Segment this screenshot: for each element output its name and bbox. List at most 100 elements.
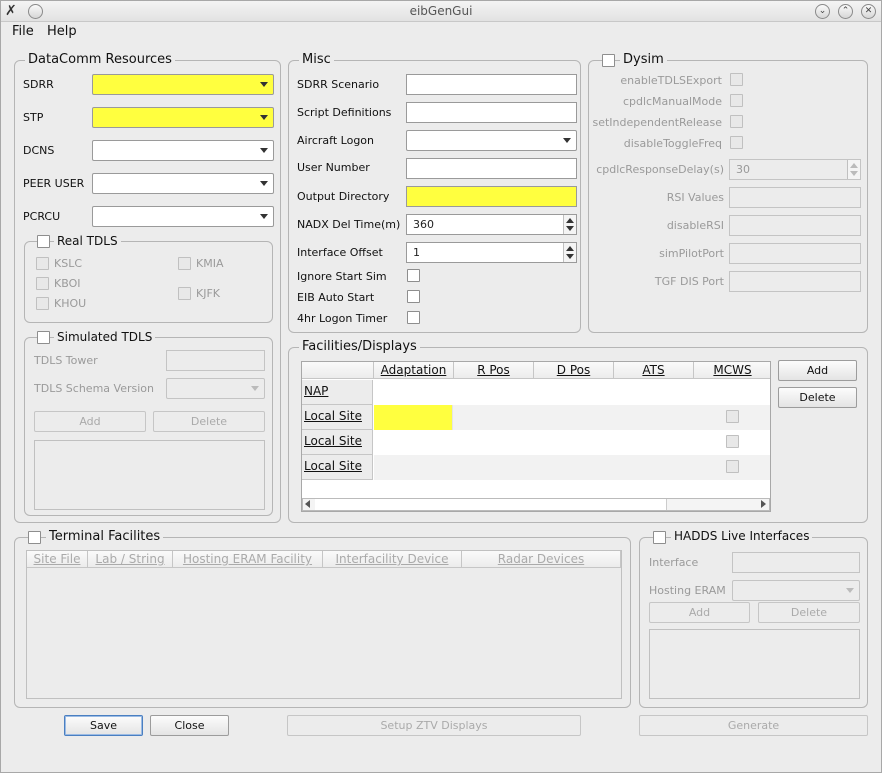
menu-file[interactable]: File (12, 24, 34, 39)
column-header-hosting-eram-facility[interactable]: Hosting ERAM Facility (173, 551, 323, 568)
row-header-local-site-2[interactable]: Local Site (302, 430, 373, 455)
tdls-tower-input[interactable] (166, 350, 265, 371)
stp-combo[interactable] (92, 107, 274, 128)
sim-tdls-add-button[interactable]: Add (34, 411, 146, 432)
rsi-values-input[interactable] (729, 187, 861, 208)
eib-auto-start-checkbox[interactable] (407, 290, 420, 303)
user-number-input[interactable] (406, 158, 577, 179)
logon-timer-checkbox[interactable] (407, 311, 420, 324)
column-header-adaptation[interactable]: Adaptation (374, 362, 454, 379)
close-window-button[interactable]: ✕ (861, 4, 876, 19)
spin-down-icon (566, 226, 574, 231)
column-header-site-file[interactable]: Site File (27, 551, 88, 568)
datacomm-resources-group: DataComm Resources SDRR STP DCNS PEER US… (14, 52, 281, 523)
kmia-checkbox[interactable] (178, 257, 191, 270)
row-header-nap[interactable]: NAP (302, 380, 373, 405)
sim-pilot-port-label: simPilotPort (659, 247, 724, 260)
sim-tdls-list[interactable] (34, 440, 265, 510)
mcws-checkbox-row-4[interactable] (726, 460, 739, 473)
spin-up-icon (850, 163, 858, 168)
save-button[interactable]: Save (64, 715, 143, 736)
scrollbar-thumb[interactable] (315, 499, 667, 510)
column-header-ats[interactable]: ATS (614, 362, 694, 379)
hadds-delete-button[interactable]: Delete (758, 602, 860, 623)
column-header-d-pos[interactable]: D Pos (534, 362, 614, 379)
dcns-combo[interactable] (92, 140, 274, 161)
set-independent-release-checkbox[interactable] (730, 115, 743, 128)
tdls-schema-label: TDLS Schema Version (34, 382, 154, 395)
ignore-start-sim-checkbox[interactable] (407, 269, 420, 282)
sdrr-combo[interactable] (92, 74, 274, 95)
horizontal-scrollbar[interactable] (302, 498, 770, 511)
cpdlc-response-delay-spinner[interactable]: 30 (729, 159, 861, 180)
column-header-radar-devices[interactable]: Radar Devices (462, 551, 621, 568)
facilities-table[interactable]: Adaptation R Pos D Pos ATS MCWS NAP Loca… (301, 361, 771, 512)
chevron-down-icon (563, 138, 571, 143)
close-button[interactable]: Close (150, 715, 229, 736)
dcns-label: DCNS (23, 144, 55, 157)
mcws-checkbox-row-3[interactable] (726, 435, 739, 448)
cpdlc-manual-mode-checkbox[interactable] (730, 94, 743, 107)
enable-tdls-export-checkbox[interactable] (730, 73, 743, 86)
terminal-facilities-table[interactable]: Site File Lab / String Hosting ERAM Faci… (26, 550, 622, 699)
pcrcu-combo[interactable] (92, 206, 274, 227)
facilities-corner-header (302, 362, 374, 379)
adaptation-cell-required[interactable] (374, 405, 453, 430)
disable-toggle-freq-checkbox[interactable] (730, 136, 743, 149)
chevron-down-icon (260, 181, 268, 186)
facilities-delete-button[interactable]: Delete (778, 387, 857, 408)
hadds-checkbox[interactable] (653, 531, 666, 544)
tgf-dis-port-input[interactable] (729, 271, 861, 292)
sim-tdls-delete-button[interactable]: Delete (153, 411, 265, 432)
minimize-button[interactable]: ⌄ (815, 4, 830, 19)
window-title: eibGenGui (409, 4, 473, 18)
dysim-title: Dysim (620, 52, 667, 67)
title-bar: ✗ eibGenGui ⌄ ⌃ ✕ (1, 1, 881, 22)
pcrcu-label: PCRCU (23, 210, 61, 223)
facilities-add-button[interactable]: Add (778, 360, 857, 381)
disable-rsi-input[interactable] (729, 215, 861, 236)
kboi-checkbox[interactable] (36, 277, 49, 290)
maximize-button[interactable]: ⌃ (838, 4, 853, 19)
hadds-add-button[interactable]: Add (649, 602, 750, 623)
scroll-right-icon[interactable] (761, 500, 766, 508)
real-tdls-checkbox[interactable] (37, 235, 50, 248)
offset-spinner-buttons[interactable] (563, 243, 576, 262)
setup-ztv-displays-button[interactable]: Setup ZTV Displays (287, 715, 581, 736)
column-header-interfacility-device[interactable]: Interfacility Device (323, 551, 462, 568)
row-header-local-site-3[interactable]: Local Site (302, 455, 373, 480)
script-definitions-input[interactable] (406, 102, 577, 123)
peer-user-combo[interactable] (92, 173, 274, 194)
generate-button[interactable]: Generate (639, 715, 868, 736)
hadds-list[interactable] (649, 629, 860, 699)
tdls-schema-combo[interactable] (166, 378, 265, 399)
mcws-checkbox-row-2[interactable] (726, 410, 739, 423)
sdrr-scenario-input[interactable] (406, 74, 577, 95)
dysim-checkbox[interactable] (602, 54, 615, 67)
terminal-facilities-checkbox[interactable] (28, 531, 41, 544)
aircraft-logon-combo[interactable] (406, 130, 577, 151)
column-header-mcws[interactable]: MCWS (694, 362, 770, 379)
output-directory-input[interactable] (406, 186, 577, 207)
row-header-local-site-1[interactable]: Local Site (302, 405, 373, 430)
table-row[interactable] (374, 455, 770, 480)
scroll-left-icon[interactable] (305, 500, 310, 508)
hadds-hosting-eram-combo[interactable] (732, 580, 860, 601)
nadx-spinner-buttons[interactable] (563, 215, 576, 234)
simulated-tdls-checkbox[interactable] (37, 331, 50, 344)
hadds-interface-input[interactable] (732, 552, 860, 573)
menu-bar: File Help (1, 22, 881, 42)
facilities-displays-title: Facilities/Displays (299, 339, 420, 354)
ignore-start-sim-label: Ignore Start Sim (297, 270, 387, 283)
column-header-lab-string[interactable]: Lab / String (88, 551, 173, 568)
interface-offset-spinner[interactable]: 1 (406, 242, 577, 263)
khou-checkbox[interactable] (36, 297, 49, 310)
sim-pilot-port-input[interactable] (729, 243, 861, 264)
column-header-r-pos[interactable]: R Pos (454, 362, 534, 379)
nadx-del-time-spinner[interactable]: 360 (406, 214, 577, 235)
kslc-checkbox[interactable] (36, 257, 49, 270)
cpdlc-spinner-buttons[interactable] (847, 160, 860, 179)
menu-help[interactable]: Help (47, 24, 77, 39)
kjfk-checkbox[interactable] (178, 287, 191, 300)
tgf-dis-port-label: TGF DIS Port (654, 275, 724, 288)
